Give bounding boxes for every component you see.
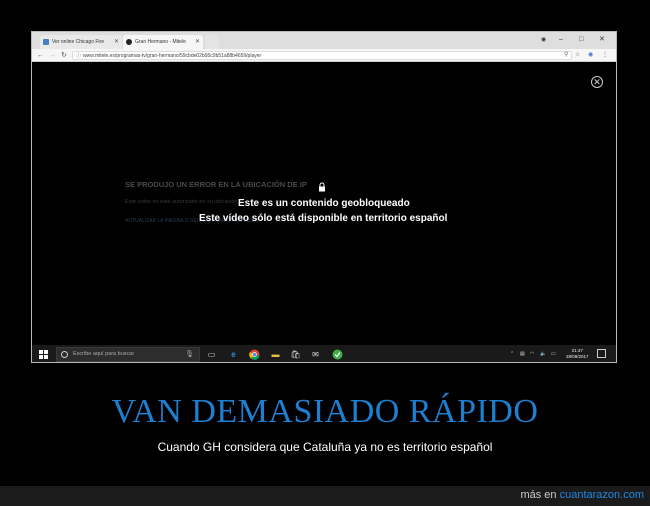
- url-input[interactable]: ⓘ www.mitele.es/programas-tv/gran-herman…: [72, 51, 572, 60]
- search-placeholder: Escribe aquí para buscar: [73, 351, 135, 357]
- mail-icon[interactable]: ✉: [310, 349, 321, 360]
- windows-taskbar: Escribe aquí para buscar 🎙 ▭ e ▬ 🛍 ✉ ⌃ ▤…: [32, 345, 616, 362]
- meme-caption: Cuando GH considera que Cataluña ya no e…: [157, 440, 493, 454]
- error-heading: SE PRODUJO UN ERROR EN LA UBICACIÓN DE I…: [125, 180, 307, 189]
- windows-start-icon[interactable]: [39, 350, 48, 359]
- geoblock-detail: Este vídeo sólo está disponible en terri…: [199, 213, 448, 224]
- tray-chevron-icon[interactable]: ⌃: [510, 350, 514, 358]
- taskbar-clock[interactable]: 21:47 28/09/2017: [566, 348, 589, 360]
- store-icon[interactable]: 🛍: [290, 349, 301, 360]
- microphone-icon[interactable]: 🎙: [185, 348, 194, 361]
- tab-strip: Ver online Chicago Fire ✕ Gran Hermano -…: [32, 32, 616, 49]
- network-icon[interactable]: ▤: [520, 350, 525, 358]
- error-subtitle: Este vídeo no está autorizado en su ubic…: [125, 199, 238, 205]
- address-bar-row: ← → ↻ ⓘ www.mitele.es/programas-tv/gran-…: [32, 49, 616, 62]
- tab-chicago-fire[interactable]: Ver online Chicago Fire ✕: [40, 35, 122, 49]
- menu-icon[interactable]: ⋮: [602, 50, 608, 61]
- volume-icon[interactable]: 🔈: [540, 350, 546, 358]
- wifi-icon[interactable]: ◠: [530, 350, 534, 358]
- taskbar-search-input[interactable]: Escribe aquí para buscar 🎙: [56, 347, 200, 362]
- url-text: www.mitele.es/programas-tv/gran-hermano/…: [83, 53, 262, 59]
- extension-icon[interactable]: ◉: [588, 50, 593, 61]
- footer-prefix: más en: [520, 489, 557, 501]
- chrome-icon[interactable]: [249, 349, 260, 360]
- search-icon[interactable]: ⚲: [564, 50, 568, 61]
- clock-date: 28/09/2017: [566, 354, 589, 359]
- minimize-icon[interactable]: –: [559, 34, 563, 46]
- edge-icon[interactable]: e: [228, 349, 239, 360]
- tab-favicon-icon: [126, 39, 132, 45]
- tab-label: Gran Hermano - Mitele: [135, 39, 186, 45]
- close-icon[interactable]: ✕: [591, 76, 603, 88]
- bookmark-star-icon[interactable]: ☆: [575, 50, 580, 61]
- keyboard-icon[interactable]: ▭: [551, 350, 556, 358]
- task-view-icon[interactable]: ▭: [206, 349, 217, 360]
- tab-close-icon[interactable]: ✕: [114, 35, 119, 49]
- reload-icon[interactable]: ↻: [61, 50, 67, 61]
- file-explorer-icon[interactable]: ▬: [270, 349, 281, 360]
- footer-credit: más en cuantarazon.com: [520, 489, 644, 501]
- tab-label: Ver online Chicago Fire: [52, 39, 104, 45]
- tab-gran-hermano[interactable]: Gran Hermano - Mitele ✕: [123, 35, 203, 49]
- action-center-icon[interactable]: [597, 349, 606, 358]
- back-icon[interactable]: ←: [37, 50, 44, 61]
- app-icon[interactable]: [332, 349, 343, 360]
- close-window-icon[interactable]: ✕: [599, 34, 605, 46]
- new-tab-button[interactable]: [205, 35, 219, 49]
- geoblock-message: Este es un contenido geobloqueado: [238, 198, 410, 209]
- meme-headline: VAN DEMASIADO RÁPIDO: [111, 393, 539, 430]
- user-icon[interactable]: ◉: [541, 34, 546, 46]
- tab-favicon-icon: [43, 39, 49, 45]
- info-icon: ⓘ: [76, 53, 82, 59]
- site-link[interactable]: cuantarazon.com: [560, 489, 644, 501]
- tab-close-icon[interactable]: ✕: [195, 35, 200, 49]
- footer-bar: más en cuantarazon.com: [0, 486, 650, 506]
- browser-screenshot: Ver online Chicago Fire ✕ Gran Hermano -…: [31, 31, 617, 363]
- maximize-icon[interactable]: □: [579, 34, 583, 46]
- video-player: ✕ SE PRODUJO UN ERROR EN LA UBICACIÓN DE…: [32, 62, 616, 345]
- lock-icon: [319, 182, 325, 192]
- cortana-icon: [61, 351, 68, 358]
- forward-icon[interactable]: →: [49, 50, 56, 61]
